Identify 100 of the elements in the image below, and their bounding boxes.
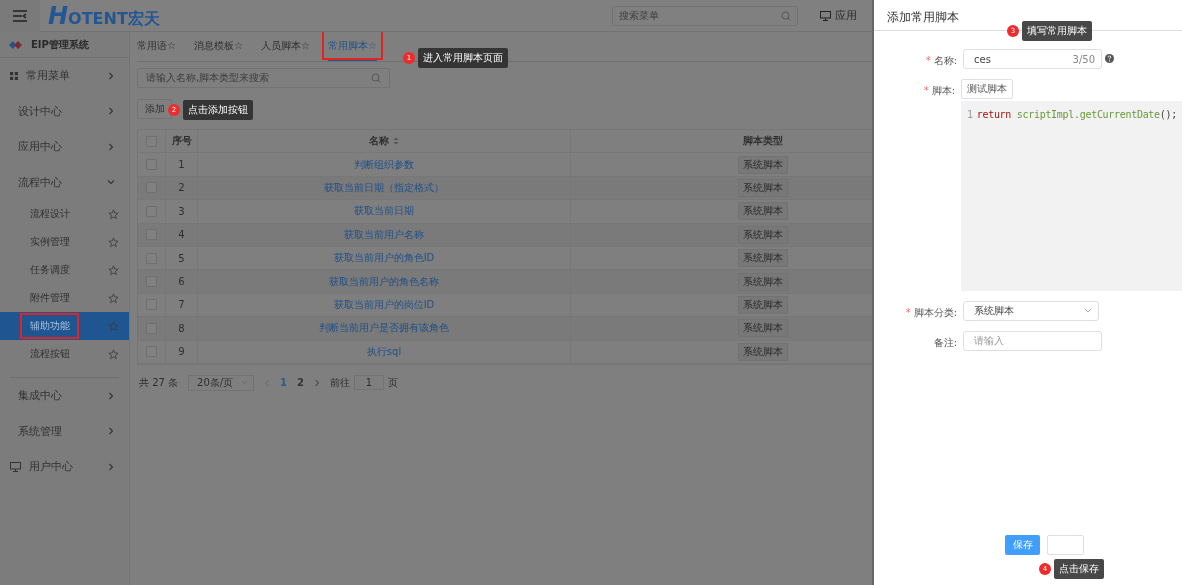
total-count: 共 27 条 — [139, 375, 179, 390]
chevron-down-icon — [107, 178, 115, 187]
grid-icon — [10, 71, 18, 80]
test-script-button[interactable]: 测试脚本 — [961, 79, 1013, 99]
star-icon[interactable] — [108, 264, 119, 276]
add-button[interactable]: 添加 — [137, 99, 172, 119]
type-tag: 系统脚本 — [738, 319, 788, 338]
page-number[interactable]: 2 — [297, 377, 305, 389]
sidebar-subitem[interactable]: 流程按钮 — [0, 340, 129, 368]
required-mark: * — [923, 85, 929, 96]
diamond-logo-icon — [9, 39, 23, 50]
chevron-right-icon — [107, 462, 115, 471]
tab[interactable]: 常用脚本☆ — [327, 32, 377, 61]
table-cell: 1 — [166, 153, 198, 176]
script-name-link[interactable]: 获取当前用户的角色ID — [333, 251, 435, 266]
page-input[interactable]: 1 — [354, 375, 385, 391]
star-icon[interactable] — [108, 320, 119, 332]
chevron-right-icon — [107, 107, 115, 116]
table-cell: 4 — [166, 223, 198, 246]
sidebar-subitem[interactable]: 辅助功能 — [0, 312, 129, 340]
star-icon[interactable] — [108, 348, 119, 360]
monitor-icon — [820, 10, 831, 21]
logo: HOTENT宏天 — [48, 1, 160, 30]
sidebar-item[interactable]: 应用中心 — [0, 129, 129, 165]
secondary-button[interactable] — [1047, 535, 1084, 555]
star-icon[interactable] — [108, 236, 119, 248]
type-tag: 系统脚本 — [738, 342, 788, 361]
text-field[interactable]: ces 3/50 — [963, 49, 1102, 69]
script-name-link[interactable]: 获取当前用户的角色名称 — [329, 274, 439, 289]
sidebar-subitem[interactable]: 流程设计 — [0, 200, 129, 228]
monitor-icon — [10, 461, 21, 472]
column-header[interactable]: 名称 — [198, 130, 571, 153]
step-tooltip: 点击保存 — [1054, 559, 1104, 579]
type-tag: 系统脚本 — [738, 155, 788, 174]
field-label: 名称: — [933, 55, 957, 66]
field-label: 脚本分类: — [913, 307, 957, 318]
type-tag: 系统脚本 — [738, 178, 788, 197]
tab[interactable]: 常用语☆ — [137, 32, 176, 61]
script-name-link[interactable]: 判断组织参数 — [354, 157, 414, 172]
sidebar-item[interactable]: 设计中心 — [0, 93, 129, 129]
page-number[interactable]: 1 — [280, 377, 288, 389]
type-tag: 系统脚本 — [738, 295, 788, 314]
sidebar-item[interactable]: 流程中心 — [0, 164, 129, 200]
chevron-down-icon — [1084, 308, 1092, 314]
script-name-link[interactable]: 获取当前用户名称 — [344, 227, 424, 242]
type-tag: 系统脚本 — [738, 202, 788, 221]
chevron-right-icon — [107, 71, 115, 80]
table-cell: 2 — [166, 176, 198, 200]
sidebar-item[interactable]: 集成中心 — [0, 378, 129, 414]
tab[interactable]: 人员脚本☆ — [260, 32, 310, 61]
star-icon[interactable] — [108, 292, 119, 304]
chevron-right-icon — [107, 391, 115, 400]
star-icon[interactable] — [108, 208, 119, 220]
script-name-link[interactable]: 获取当前用户的岗位ID — [333, 297, 435, 312]
field-label: 脚本: — [931, 85, 955, 96]
column-header: 序号 — [166, 130, 198, 153]
save-button[interactable]: 保存 — [1005, 535, 1040, 555]
field-label: 备注: — [933, 337, 957, 348]
chevron-right-icon — [107, 142, 115, 151]
required-mark: * — [905, 307, 911, 318]
step-tooltip: 进入常用脚本页面 — [418, 48, 508, 68]
script-name-link[interactable]: 执行sql — [366, 344, 402, 359]
sidebar-subitem[interactable]: 附件管理 — [0, 284, 129, 312]
table-cell: 5 — [166, 246, 198, 270]
sort-icon — [393, 137, 399, 146]
menu-icon — [13, 9, 27, 22]
page-size-select[interactable]: 20条/页 — [188, 374, 255, 391]
select-field[interactable]: 系统脚本 — [963, 301, 1099, 321]
table-cell: 9 — [166, 340, 198, 363]
system-name: EIP管理系统 — [31, 37, 89, 52]
table-cell: 3 — [166, 200, 198, 223]
type-tag: 系统脚本 — [738, 225, 788, 244]
sidebar-subitem[interactable]: 任务调度 — [0, 256, 129, 284]
required-mark: * — [925, 55, 931, 66]
menu-button[interactable] — [0, 0, 40, 32]
help-icon — [1105, 54, 1114, 63]
text-field[interactable]: 请输入 — [963, 331, 1102, 351]
tab[interactable]: 消息模板☆ — [193, 32, 243, 61]
sidebar-item[interactable]: 系统管理 — [0, 413, 129, 449]
next-page-icon[interactable] — [314, 378, 321, 387]
sidebar-item[interactable]: 用户中心 — [0, 449, 129, 485]
page-suffix: 页 — [388, 375, 399, 390]
type-tag: 系统脚本 — [738, 272, 788, 291]
goto-label: 前往 — [330, 375, 351, 390]
table-cell: 7 — [166, 293, 198, 317]
type-tag: 系统脚本 — [738, 249, 788, 268]
step-tooltip: 点击添加按钮 — [183, 100, 253, 120]
script-name-link[interactable]: 获取当前日期 — [354, 204, 414, 219]
script-name-link[interactable]: 获取当前日期（指定格式） — [324, 180, 444, 195]
code-editor[interactable]: 1 return scriptImpl.getCurrentDate(); — [961, 101, 1182, 291]
app-link[interactable]: 应用 — [835, 8, 857, 23]
table-cell: 6 — [166, 270, 198, 293]
step-tooltip: 填写常用脚本 — [1022, 21, 1092, 41]
chevron-right-icon — [107, 427, 115, 436]
sidebar-subitem[interactable]: 实例管理 — [0, 228, 129, 256]
search-icon — [781, 10, 791, 21]
script-name-link[interactable]: 判断当前用户是否拥有该角色 — [319, 321, 449, 336]
chevron-down-icon — [241, 380, 249, 386]
table-cell: 8 — [166, 317, 198, 340]
search-icon — [371, 73, 381, 83]
